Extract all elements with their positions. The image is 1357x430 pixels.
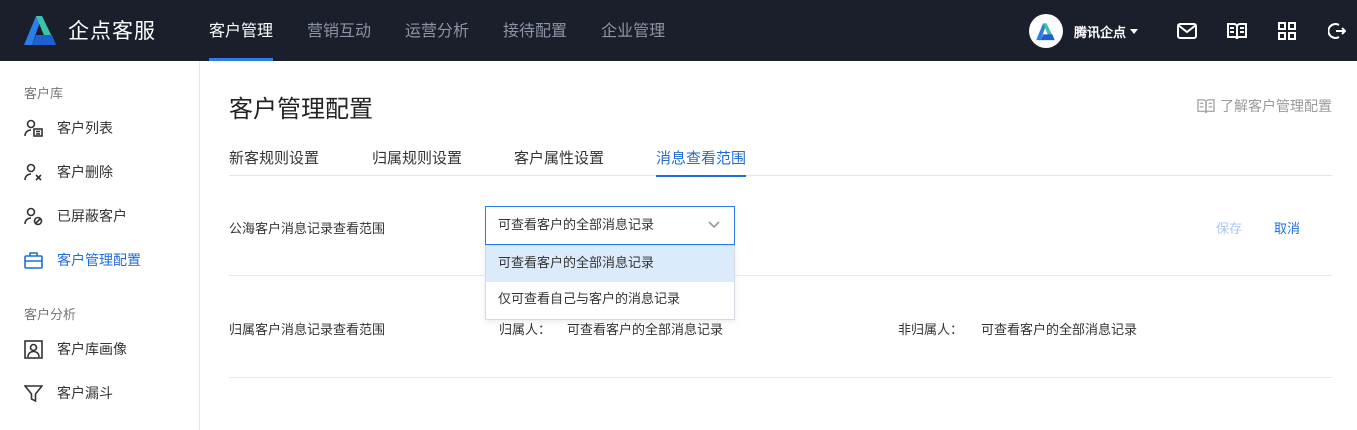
book-icon	[1197, 99, 1215, 114]
sidebar-item-customer-management-config[interactable]: 客户管理配置	[24, 250, 141, 270]
public-sea-scope-select[interactable]: 可查看客户的全部消息记录	[485, 206, 735, 245]
brand-name: 企点客服	[68, 19, 156, 43]
dropdown-option-own-messages[interactable]: 仅可查看自己与客户的消息记录	[486, 282, 734, 318]
user-blocked-icon	[24, 207, 43, 225]
owned-scope-label: 归属客户消息记录查看范围	[229, 323, 386, 338]
sidebar-item-label: 客户库画像	[57, 342, 127, 358]
divider	[229, 377, 1332, 378]
sidebar-item-blocked-customers[interactable]: 已屏蔽客户	[24, 206, 127, 226]
top-navigation-bar: 企点客服 客户管理 营销互动 运营分析 接待配置 企业管理 腾讯企点	[0, 0, 1357, 61]
logout-icon[interactable]	[1326, 21, 1348, 41]
sidebar-group-title: 客户库	[24, 87, 64, 102]
tab-ownership-rules[interactable]: 归属规则设置	[372, 147, 462, 176]
tab-message-view-scope[interactable]: 消息查看范围	[656, 147, 747, 177]
owner-scope-key: 归属人：	[499, 323, 552, 338]
sidebar-item-customer-list[interactable]: 客户列表	[24, 118, 113, 138]
divider	[229, 275, 1332, 276]
main-nav: 客户管理 营销互动 运营分析 接待配置 企业管理	[194, 0, 684, 61]
user-menu[interactable]: 腾讯企点	[1029, 14, 1139, 48]
brand-logo[interactable]: 企点客服	[22, 14, 156, 46]
save-button[interactable]: 保存	[1216, 218, 1242, 237]
user-name: 腾讯企点	[1074, 25, 1127, 41]
config-tabs: 新客规则设置 归属规则设置 客户属性设置 消息查看范围	[229, 147, 1332, 177]
tab-new-customer-rules[interactable]: 新客规则设置	[229, 147, 319, 176]
book-icon[interactable]	[1226, 21, 1248, 41]
nav-operations-analysis[interactable]: 运营分析	[390, 0, 484, 61]
cancel-button[interactable]: 取消	[1274, 218, 1300, 237]
dropdown-option-all-messages[interactable]: 可查看客户的全部消息记录	[486, 246, 734, 282]
tab-customer-attributes[interactable]: 客户属性设置	[514, 147, 604, 176]
sidebar-item-label: 客户删除	[57, 165, 113, 181]
non-owner-scope-key: 非归属人：	[898, 323, 964, 338]
nav-enterprise-management[interactable]: 企业管理	[586, 0, 680, 61]
help-link[interactable]: 了解客户管理配置	[1197, 96, 1332, 116]
sidebar-item-customer-funnel[interactable]: 客户漏斗	[24, 383, 113, 403]
select-value: 可查看客户的全部消息记录	[498, 218, 655, 233]
chevron-down-icon	[708, 221, 720, 229]
help-link-label: 了解客户管理配置	[1220, 99, 1332, 115]
funnel-icon	[24, 384, 43, 402]
sidebar-item-customer-portrait[interactable]: 客户库画像	[24, 339, 127, 359]
sidebar-item-label: 已屏蔽客户	[57, 209, 127, 225]
nav-marketing[interactable]: 营销互动	[292, 0, 386, 61]
page-title: 客户管理配置	[229, 95, 373, 123]
sidebar-item-label: 客户列表	[57, 121, 113, 137]
caret-down-icon	[1130, 28, 1139, 34]
apps-grid-icon[interactable]	[1276, 21, 1298, 41]
sidebar-group-title: 客户分析	[24, 308, 77, 323]
customer-list-icon	[24, 119, 43, 137]
public-sea-scope-dropdown: 可查看客户的全部消息记录 仅可查看自己与客户的消息记录	[485, 245, 735, 320]
owner-scope-value: 可查看客户的全部消息记录	[567, 323, 724, 338]
sidebar-item-customer-delete[interactable]: 客户删除	[24, 162, 113, 182]
avatar	[1029, 14, 1063, 48]
non-owner-scope-value: 可查看客户的全部消息记录	[981, 323, 1138, 338]
nav-customer-management[interactable]: 客户管理	[194, 0, 288, 61]
mail-icon[interactable]	[1176, 21, 1198, 41]
sidebar-item-label: 客户管理配置	[57, 253, 141, 269]
header-actions	[1176, 21, 1348, 41]
briefcase-icon	[24, 251, 43, 269]
avatar-logo-icon	[1036, 22, 1055, 40]
logo-icon	[24, 16, 56, 45]
user-remove-icon	[24, 163, 42, 181]
public-sea-scope-label: 公海客户消息记录查看范围	[229, 222, 386, 237]
sidebar: 客户库 客户列表 客户删除 已屏蔽客户 客户管理配置 客户分析 客户库画像 客户…	[0, 61, 200, 430]
portrait-icon	[24, 339, 43, 359]
sidebar-item-label: 客户漏斗	[57, 386, 113, 402]
nav-reception-config[interactable]: 接待配置	[488, 0, 582, 61]
